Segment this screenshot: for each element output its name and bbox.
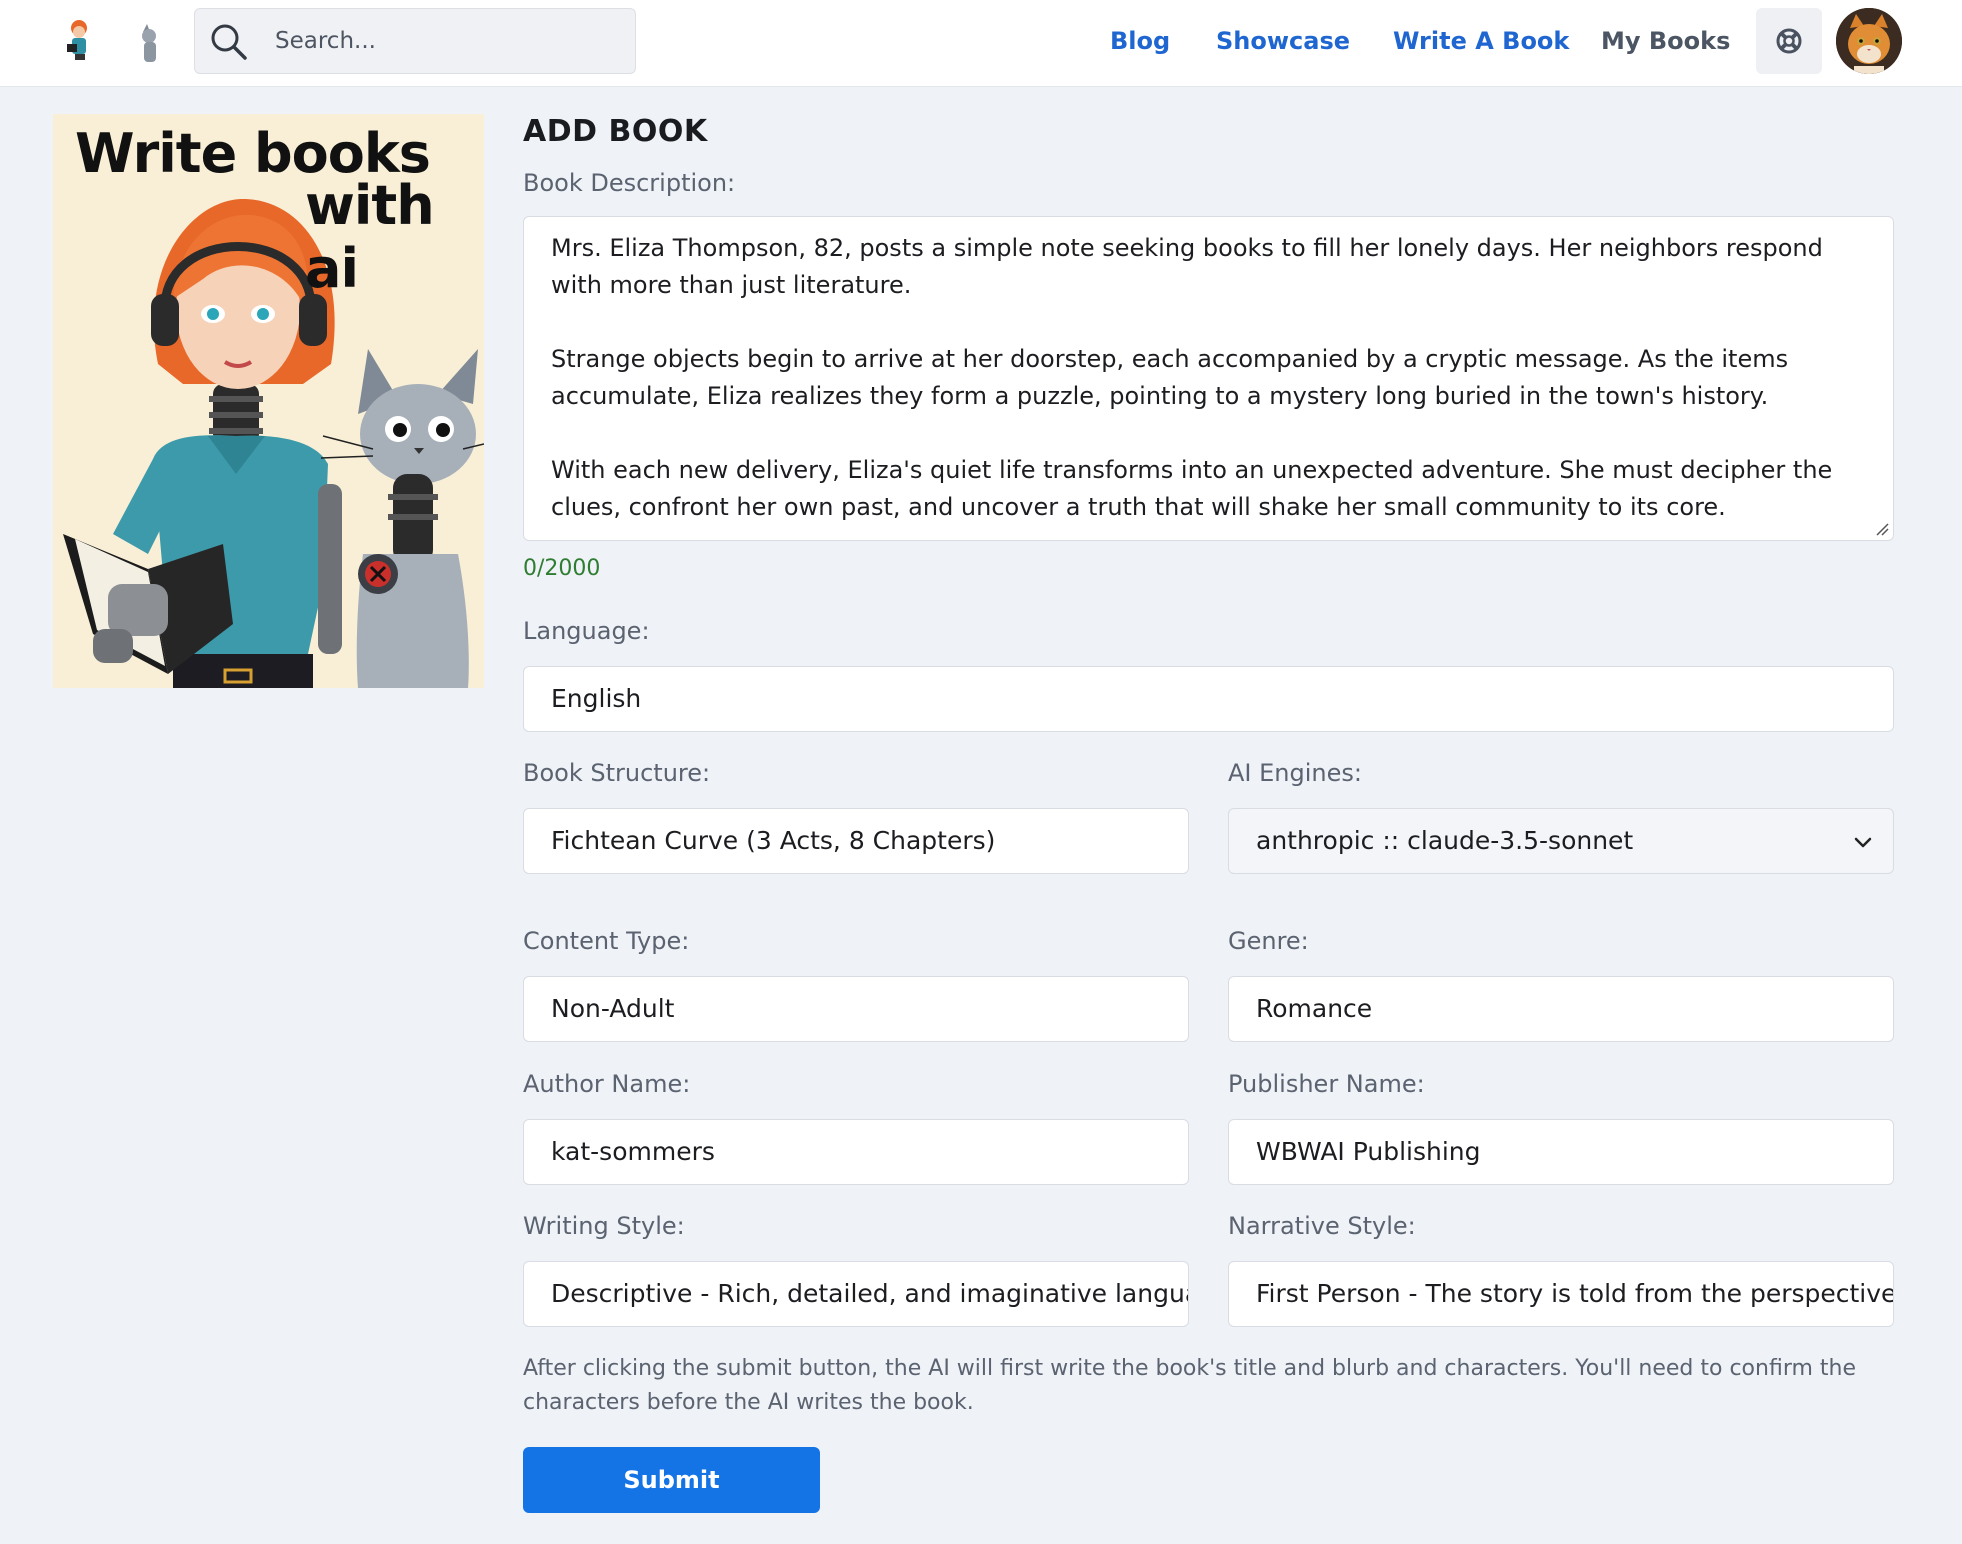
narrative-style-field[interactable]: First Person - The story is told from th… xyxy=(1228,1261,1894,1327)
author-name-field[interactable]: kat-sommers xyxy=(523,1119,1189,1185)
book-structure-field[interactable]: Fichtean Curve (3 Acts, 8 Chapters) xyxy=(523,808,1189,874)
description-paragraph-2: Strange objects begin to arrive at her d… xyxy=(551,345,1789,410)
publisher-name-label: Publisher Name: xyxy=(1228,1070,1425,1098)
book-description-label: Book Description: xyxy=(523,169,736,197)
nav-my-books[interactable]: My Books xyxy=(1601,22,1730,60)
narrative-style-label: Narrative Style: xyxy=(1228,1212,1416,1240)
author-name-label: Author Name: xyxy=(523,1070,691,1098)
cover-title-line2: with ai xyxy=(305,174,435,300)
book-description-textarea[interactable]: Mrs. Eliza Thompson, 82, posts a simple … xyxy=(523,216,1894,541)
publisher-name-field[interactable]: WBWAI Publishing xyxy=(1228,1119,1894,1185)
language-field[interactable]: English xyxy=(523,666,1894,732)
cover-title: Write books with ai xyxy=(53,114,484,300)
description-paragraph-1: Mrs. Eliza Thompson, 82, posts a simple … xyxy=(551,234,1823,299)
cat-avatar-icon xyxy=(1836,8,1902,74)
ai-engines-label: AI Engines: xyxy=(1228,759,1362,787)
ai-engines-select[interactable]: anthropic :: claude-3.5-sonnet xyxy=(1228,808,1894,874)
search-input[interactable] xyxy=(275,9,625,73)
content-type-field[interactable]: Non-Adult xyxy=(523,976,1189,1042)
nav-blog[interactable]: Blog xyxy=(1110,22,1170,60)
description-paragraph-3: With each new delivery, Eliza's quiet li… xyxy=(551,456,1833,521)
content-type-label: Content Type: xyxy=(523,927,690,955)
character-counter: 0/2000 xyxy=(523,556,601,581)
ai-engines-selected-value: anthropic :: claude-3.5-sonnet xyxy=(1256,826,1634,855)
resize-handle-icon[interactable] xyxy=(1875,522,1889,536)
search-icon xyxy=(211,24,247,60)
help-button[interactable] xyxy=(1756,8,1822,74)
book-structure-label: Book Structure: xyxy=(523,759,711,787)
nav-showcase[interactable]: Showcase xyxy=(1216,22,1350,60)
writing-style-field[interactable]: Descriptive - Rich, detailed, and imagin… xyxy=(523,1261,1189,1327)
site-logo[interactable] xyxy=(65,18,163,66)
genre-label: Genre: xyxy=(1228,927,1309,955)
search-box[interactable] xyxy=(194,8,636,74)
page-title: ADD BOOK xyxy=(523,114,708,149)
submit-button[interactable]: Submit xyxy=(523,1447,820,1513)
chevron-down-icon xyxy=(1854,837,1872,848)
language-label: Language: xyxy=(523,617,650,645)
logo-icon xyxy=(67,20,156,62)
submit-info-note: After clicking the submit button, the AI… xyxy=(523,1356,1857,1415)
book-cover-illustration: Write books with ai xyxy=(53,114,484,688)
top-navbar: Blog Showcase Write A Book My Books xyxy=(0,0,1962,87)
genre-field[interactable]: Romance xyxy=(1228,976,1894,1042)
nav-write-a-book[interactable]: Write A Book xyxy=(1393,22,1569,60)
lifebuoy-icon xyxy=(1776,28,1802,54)
writing-style-label: Writing Style: xyxy=(523,1212,685,1240)
user-avatar[interactable] xyxy=(1836,8,1902,74)
